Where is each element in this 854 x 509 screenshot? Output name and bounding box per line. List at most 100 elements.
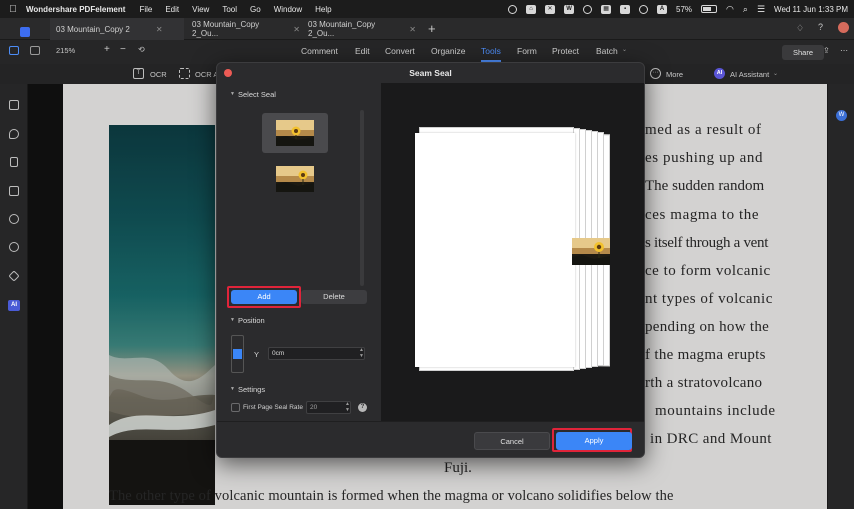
more-label[interactable]: More (666, 70, 683, 79)
nav-edit[interactable]: Edit (355, 46, 370, 56)
position-indicator[interactable] (233, 349, 242, 359)
y-label: Y (254, 350, 260, 359)
help-icon[interactable]: ? (358, 403, 367, 412)
page-view-icon[interactable] (30, 46, 40, 55)
preview-front-page (415, 133, 575, 367)
stepper-down-icon[interactable]: ▼ (359, 354, 364, 359)
attachment-icon[interactable] (9, 214, 19, 224)
pages-icon[interactable] (9, 100, 19, 110)
settings-panel: ▼ Select Seal Add Delete ▼ Position Y 0c… (217, 83, 381, 421)
menu-go[interactable]: Go (250, 5, 261, 14)
menu-file[interactable]: File (139, 5, 152, 14)
ai-sidebar-icon[interactable]: AI (8, 300, 20, 311)
zoom-in-icon[interactable]: + (104, 44, 110, 55)
nav-comment[interactable]: Comment (301, 46, 338, 56)
nav-tools[interactable]: Tools (481, 46, 501, 62)
sidebar-toggle-icon[interactable] (9, 46, 19, 55)
nav-convert[interactable]: Convert (385, 46, 415, 56)
thumbnails-icon[interactable] (9, 186, 19, 196)
apple-icon[interactable]:  (0, 4, 26, 15)
bookmark-icon[interactable] (10, 157, 18, 167)
chevron-down-icon[interactable]: ⌄ (773, 70, 778, 77)
tab-doc-1[interactable]: 03 Mountain_Copy 2 ✕ (50, 18, 184, 40)
app-name[interactable]: Wondershare PDFelement (26, 5, 125, 14)
menu-view[interactable]: View (192, 5, 209, 14)
ocr-area-icon[interactable] (179, 68, 190, 79)
datetime[interactable]: Wed 11 Jun 1:33 PM (774, 5, 848, 14)
y-offset-input[interactable]: 0cm (268, 347, 365, 360)
tab-bar: 03 Mountain_Copy 2 ✕ 03 Mountain_Copy 2_… (0, 18, 854, 40)
ai-assistant-icon[interactable]: AI (714, 68, 725, 79)
clock-icon[interactable] (639, 4, 649, 14)
menu-tool[interactable]: Tool (222, 5, 237, 14)
status-icon-7[interactable]: ▪ (620, 4, 631, 14)
status-icon-1[interactable] (508, 4, 518, 14)
chevron-down-icon[interactable]: ⌄ (622, 46, 627, 53)
seal-preview (381, 83, 644, 421)
avatar[interactable] (838, 22, 849, 33)
caret-down-icon[interactable]: ▼ (230, 386, 235, 392)
menu-edit[interactable]: Edit (165, 5, 179, 14)
position-label[interactable]: Position (238, 316, 265, 325)
select-seal-label[interactable]: Select Seal (238, 90, 276, 99)
close-icon[interactable]: ✕ (156, 25, 163, 34)
seal-list-scrollbar[interactable] (360, 110, 364, 286)
delete-seal-button[interactable]: Delete (301, 290, 367, 304)
more-icon[interactable]: ⋯ (650, 68, 661, 79)
zoom-level[interactable]: 215% (56, 46, 75, 55)
close-dialog-icon[interactable] (224, 69, 232, 77)
bell-icon[interactable]: ♢ (796, 23, 804, 34)
keyboard-input-icon[interactable]: A (657, 4, 668, 14)
wifi-icon[interactable]: ◠ (726, 4, 734, 15)
share-button[interactable]: Share (782, 45, 824, 60)
options-icon[interactable]: ⋯ (840, 46, 848, 55)
seal-option-2[interactable] (276, 166, 314, 192)
apply-button[interactable]: Apply (556, 432, 632, 450)
close-icon[interactable]: ✕ (293, 25, 300, 34)
ocr-icon[interactable]: T (133, 68, 144, 79)
nav-protect[interactable]: Protect (552, 46, 579, 56)
first-page-seal-rate-label: First Page Seal Rate (243, 404, 303, 411)
caret-down-icon[interactable]: ▼ (230, 317, 235, 323)
first-page-checkbox[interactable] (231, 403, 240, 412)
menu-help[interactable]: Help (315, 5, 331, 14)
tab-label: 03 Mountain_Copy 2 (56, 24, 130, 34)
status-icon-4[interactable]: W (564, 4, 575, 14)
comment-icon[interactable] (9, 129, 19, 139)
status-icon-2[interactable]: ⌂ (526, 4, 537, 14)
zoom-out-icon[interactable]: − (120, 44, 126, 55)
tab-doc-2[interactable]: 03 Mountain_Copy 2_Ou... ✕ (186, 18, 300, 40)
tab-doc-3[interactable]: 03 Mountain_Copy 2_Ou... ✕ (302, 18, 416, 40)
help-circle-icon[interactable]: ? (818, 22, 823, 32)
nav-batch[interactable]: Batch (596, 46, 618, 56)
dialog-footer: Cancel Apply (217, 421, 644, 457)
caret-down-icon[interactable]: ▼ (230, 91, 235, 97)
status-icon-6[interactable]: ▦ (601, 4, 612, 14)
position-selector[interactable] (231, 335, 244, 373)
close-icon[interactable]: ✕ (409, 25, 416, 34)
cancel-button[interactable]: Cancel (474, 432, 550, 450)
search-icon[interactable] (9, 242, 19, 252)
new-tab-plus-icon[interactable]: + (428, 21, 436, 36)
nav-form[interactable]: Form (517, 46, 537, 56)
dialog-title: Seam Seal (409, 68, 452, 78)
status-icon-5[interactable] (583, 4, 593, 14)
nav-organize[interactable]: Organize (431, 46, 466, 56)
status-icon-3[interactable]: ✕ (545, 4, 556, 14)
ai-assistant-label[interactable]: AI Assistant (730, 70, 769, 79)
control-center-icon[interactable]: ☰ (757, 4, 765, 15)
tab-label: 03 Mountain_Copy 2_Ou... (192, 20, 260, 38)
word-assistant-icon[interactable]: W (836, 110, 847, 121)
ocr-label[interactable]: OCR (150, 70, 167, 79)
settings-label[interactable]: Settings (238, 385, 265, 394)
search-icon[interactable]: ⌕ (743, 4, 748, 15)
battery-icon[interactable] (701, 5, 718, 13)
add-seal-button[interactable]: Add (231, 290, 297, 304)
share-export-icon[interactable]: ⇪ (823, 46, 830, 55)
ocr-area-label[interactable]: OCR A (195, 70, 218, 79)
seal-option-1[interactable] (276, 120, 314, 146)
rotate-icon[interactable]: ⟲ (138, 45, 145, 54)
stepper-down-icon[interactable]: ▼ (345, 408, 350, 413)
menu-window[interactable]: Window (274, 5, 302, 14)
layers-icon[interactable] (8, 270, 20, 282)
